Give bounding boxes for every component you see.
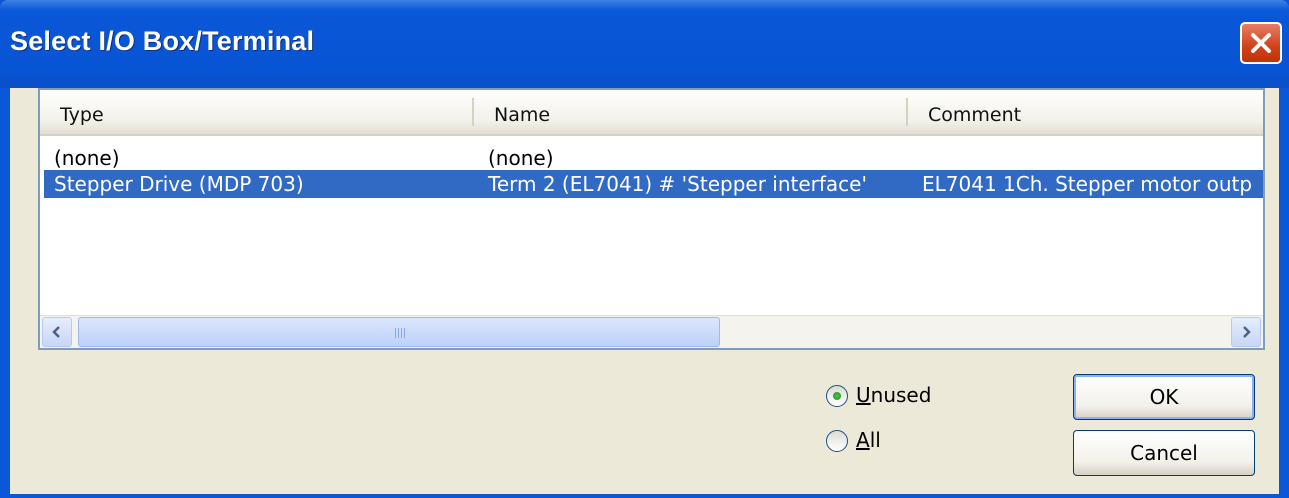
chevron-right-icon (1243, 326, 1251, 338)
column-divider[interactable] (472, 98, 474, 126)
chevron-left-icon (52, 326, 60, 338)
list-row-selected[interactable]: Stepper Drive (MDP 703) Term 2 (EL7041) … (44, 170, 1263, 198)
column-header-type[interactable]: Type (60, 104, 104, 126)
radio-dot (833, 392, 841, 400)
list-row[interactable]: (none) (none) (44, 144, 1263, 172)
dialog-title: Select I/O Box/Terminal (10, 26, 315, 56)
column-header-name[interactable]: Name (494, 104, 550, 126)
row-comment: EL7041 1Ch. Stepper motor outp (922, 172, 1253, 196)
scroll-thumb[interactable] (78, 317, 720, 347)
cancel-button[interactable]: Cancel (1073, 430, 1255, 476)
title-bar[interactable]: Select I/O Box/Terminal (0, 0, 1289, 88)
row-name: Term 2 (EL7041) # 'Stepper interface' (488, 172, 867, 196)
close-button[interactable] (1240, 22, 1282, 64)
row-type: Stepper Drive (MDP 703) (54, 172, 304, 196)
horizontal-scrollbar[interactable] (40, 315, 1263, 348)
row-type: (none) (54, 146, 120, 170)
radio-circle (826, 430, 848, 452)
radio-circle (826, 385, 848, 407)
column-divider[interactable] (906, 98, 908, 126)
scroll-grip (395, 328, 407, 338)
ok-button[interactable]: OK (1073, 374, 1255, 420)
scroll-left-button[interactable] (42, 317, 72, 347)
row-name: (none) (488, 146, 554, 170)
dialog-window: Select I/O Box/Terminal Type Name Commen… (0, 0, 1289, 498)
terminal-list[interactable]: Type Name Comment (none) (none) Stepper … (38, 88, 1265, 350)
radio-unused-label: Unused (856, 383, 932, 407)
column-header-comment[interactable]: Comment (928, 104, 1021, 126)
close-icon (1251, 33, 1271, 53)
scroll-right-button[interactable] (1231, 317, 1261, 347)
list-header: Type Name Comment (40, 90, 1263, 136)
radio-all-label: All (856, 428, 881, 452)
